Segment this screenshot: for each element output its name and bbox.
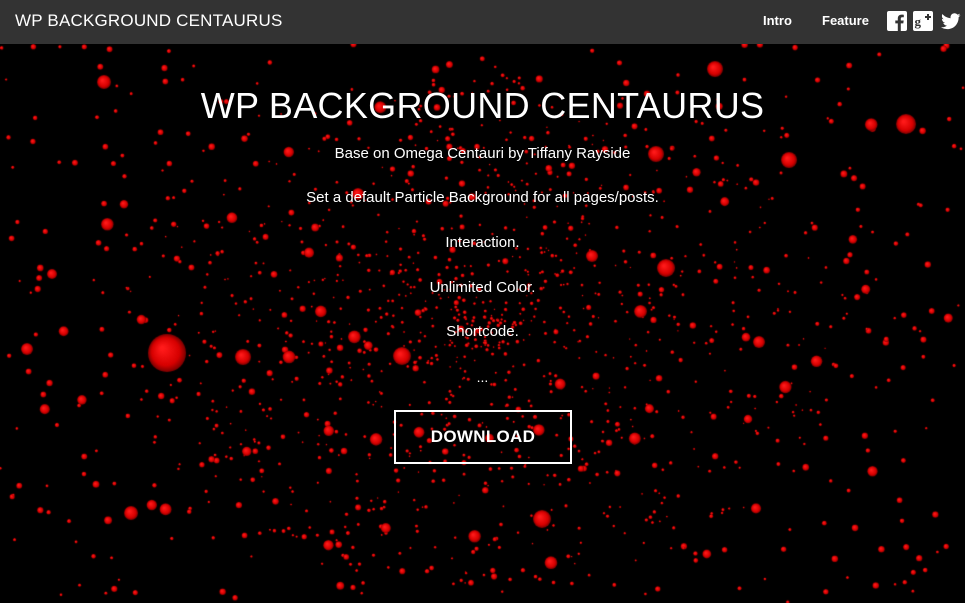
page-title: WP BACKGROUND CENTAURUS [200, 85, 765, 126]
download-button[interactable]: DOWNLOAD [394, 410, 572, 464]
navbar: WP BACKGROUND CENTAURUS Intro Feature g [0, 0, 965, 44]
nav-link-feature[interactable]: Feature [822, 0, 869, 44]
twitter-icon[interactable] [941, 11, 961, 31]
hero-line-default: Set a default Particle Background for al… [306, 189, 659, 206]
nav-link-intro[interactable]: Intro [763, 0, 792, 44]
google-plus-icon[interactable]: g [913, 11, 933, 31]
hero: WP BACKGROUND CENTAURUS Base on Omega Ce… [0, 0, 965, 603]
hero-line-credit: Base on Omega Centauri by Tiffany Raysid… [334, 145, 631, 162]
svg-text:g: g [915, 14, 922, 29]
hero-line-interaction: Interaction. [445, 234, 520, 251]
page: WP BACKGROUND CENTAURUS Intro Feature g … [0, 0, 965, 603]
hero-line-shortcode: Shortcode. [446, 323, 519, 340]
facebook-icon[interactable] [887, 11, 907, 31]
hero-line-ellipsis: ... [476, 369, 489, 385]
hero-line-color: Unlimited Color. [429, 279, 536, 296]
brand-link[interactable]: WP BACKGROUND CENTAURUS [15, 0, 283, 44]
